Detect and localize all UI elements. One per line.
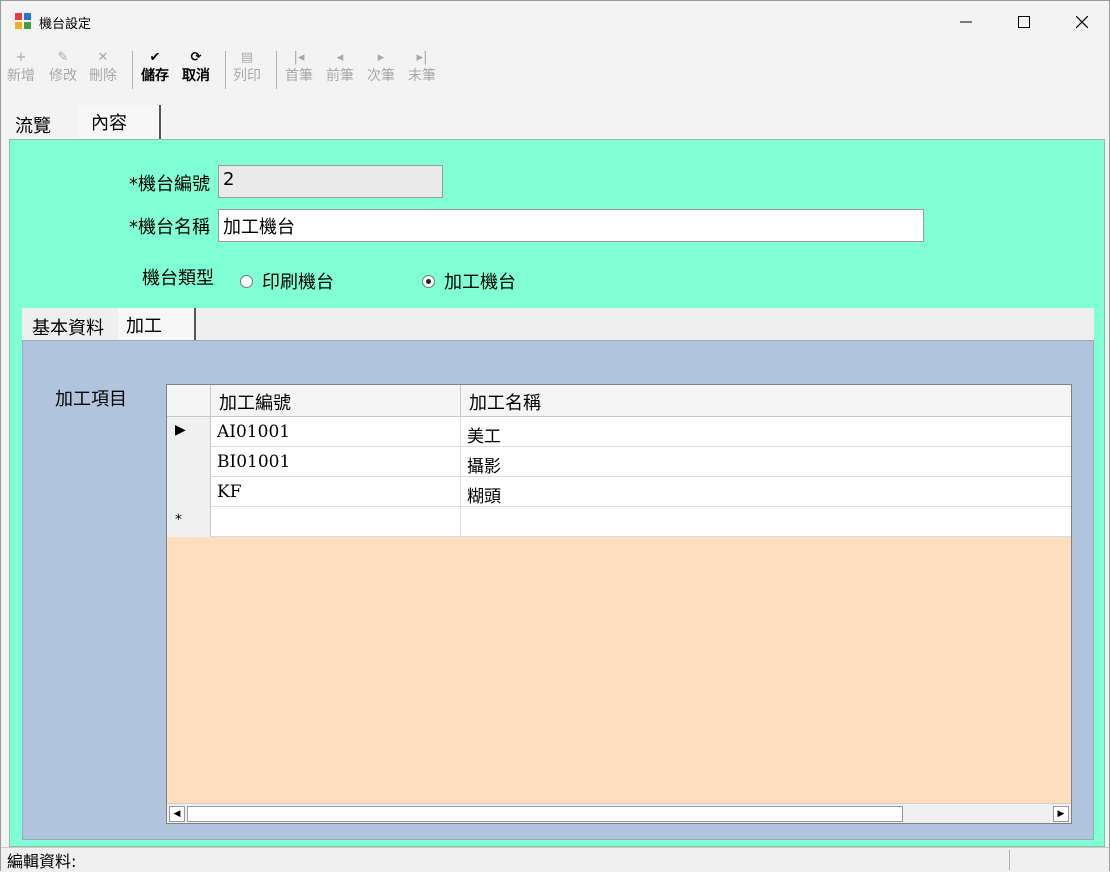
radio-print-label: 印刷機台 [262,272,334,293]
add-button[interactable]: + 新增 [7,49,35,85]
scroll-left-icon[interactable]: ◀ [169,806,185,822]
toolbar-separator [276,51,277,89]
grid-header: 加工編號 加工名稱 [167,385,1071,417]
radio-selected-icon [422,274,435,288]
delete-button[interactable]: ✕ 刪除 [89,49,117,85]
cancel-label: 取消 [182,68,210,84]
cell-code[interactable] [211,507,461,537]
delete-icon: ✕ [97,50,109,65]
scroll-thumb[interactable] [187,806,903,822]
toolbar: + 新增 ✎ 修改 ✕ 刪除 ✔ 儲存 ⟳ 取消 ▤ 列印 |◂ 首筆 ◂ 前筆… [1,45,1109,91]
scroll-right-icon[interactable]: ▶ [1053,806,1069,822]
delete-label: 刪除 [89,68,117,84]
grid-corner [167,385,211,417]
maximize-button[interactable] [995,1,1053,43]
undo-icon: ⟳ [190,50,202,65]
first-record-button[interactable]: |◂ 首筆 [285,49,313,85]
add-label: 新增 [7,68,35,84]
close-icon [1076,16,1088,28]
toolbar-separator [225,51,226,89]
title-bar: 機台設定 [1,1,1109,43]
next-label: 次筆 [367,68,395,84]
form-panel: *機台編號 2 *機台名稱 加工機台 機台類型 印刷機台 加工機台 基本資料 加… [9,139,1105,847]
status-bar: 編輯資料: [1,847,1109,871]
app-icon [15,13,31,29]
pencil-icon: ✎ [57,50,69,65]
cell-code[interactable]: KF [211,477,461,507]
new-row-icon: * [167,507,211,537]
machine-no-label: *機台編號 [129,174,210,195]
radio-icon [240,274,253,288]
radio-print-machine[interactable]: 印刷機台 [240,268,334,294]
table-row[interactable]: ▶ AI01001 美工 [167,417,1071,447]
previous-record-button[interactable]: ◂ 前筆 [326,49,354,85]
first-icon: |◂ [293,50,305,65]
edit-label: 修改 [49,68,77,84]
row-header [167,447,211,477]
cancel-button[interactable]: ⟳ 取消 [182,49,210,85]
column-header-code[interactable]: 加工編號 [211,385,461,417]
horizontal-scrollbar[interactable]: ◀ ▶ [167,803,1071,823]
detail-tab-bar: 基本資料 加工 [22,308,1094,340]
radio-process-label: 加工機台 [444,272,516,293]
cell-name[interactable]: 糊頭 [461,477,1071,507]
cell-name[interactable]: 攝影 [461,447,1071,477]
table-row[interactable]: BI01001 攝影 [167,447,1071,477]
toolbar-separator [132,51,133,89]
printer-icon: ▤ [240,50,254,65]
cell-name[interactable]: 美工 [461,417,1071,447]
cell-code[interactable]: BI01001 [211,447,461,477]
print-button[interactable]: ▤ 列印 [233,49,261,85]
tab-browse[interactable]: 流覽 [9,107,79,139]
minimize-icon [960,21,972,23]
last-record-button[interactable]: ▸| 末筆 [408,49,436,85]
radio-process-machine[interactable]: 加工機台 [422,268,516,294]
main-tab-bar: 流覽 內容 [1,105,1109,139]
machine-type-label: 機台類型 [142,268,214,289]
row-indicator-icon: ▶ [167,417,211,447]
cell-name[interactable] [461,507,1071,537]
new-row[interactable]: * [167,507,1071,537]
previous-icon: ◂ [336,50,344,65]
window-title: 機台設定 [39,17,92,32]
machine-name-field[interactable]: 加工機台 [218,209,924,242]
save-label: 儲存 [141,68,169,84]
machine-no-field[interactable]: 2 [218,165,443,198]
last-label: 末筆 [408,68,436,84]
next-icon: ▸ [377,50,385,65]
previous-label: 前筆 [326,68,354,84]
tab-basic-info[interactable]: 基本資料 [22,310,118,340]
process-panel: 加工項目 加工編號 加工名稱 ▶ AI01001 美工 BI01001 攝影 K… [22,340,1094,840]
tab-process[interactable]: 加工 [118,308,196,340]
table-row[interactable]: KF 糊頭 [167,477,1071,507]
cell-code[interactable]: AI01001 [211,417,461,447]
row-header [167,477,211,507]
maximize-icon [1018,16,1030,28]
column-header-name[interactable]: 加工名稱 [461,385,1071,417]
minimize-button[interactable] [937,1,995,43]
machine-name-label: *機台名稱 [129,217,210,238]
edit-button[interactable]: ✎ 修改 [49,49,77,85]
print-label: 列印 [233,68,261,84]
status-text: 編輯資料: [7,852,77,871]
next-record-button[interactable]: ▸ 次筆 [367,49,395,85]
plus-icon: + [15,50,27,65]
process-items-grid[interactable]: 加工編號 加工名稱 ▶ AI01001 美工 BI01001 攝影 KF 糊頭 [166,384,1072,824]
app-window: 機台設定 + 新增 ✎ 修改 ✕ 刪除 ✔ 儲存 ⟳ 取消 ▤ 列印 |◂ 首筆… [0,0,1110,871]
process-items-label: 加工項目 [55,389,127,410]
checkmark-icon: ✔ [149,50,161,65]
save-button[interactable]: ✔ 儲存 [141,49,169,85]
last-icon: ▸| [416,50,428,65]
close-button[interactable] [1053,1,1110,43]
status-separator [1009,850,1010,870]
tab-content[interactable]: 內容 [79,105,161,139]
first-label: 首筆 [285,68,313,84]
